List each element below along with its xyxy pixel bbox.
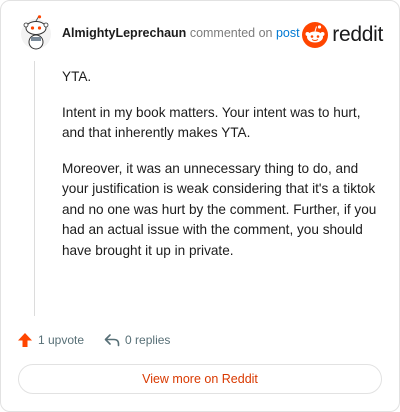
reply-button[interactable]: 0 replies [104,333,170,347]
comment-paragraph: Moreover, it was an unnecessary thing to… [62,160,377,258]
comment-body: YTA. Intent in my book matters. Your int… [62,67,380,276]
author-link[interactable]: AlmightyLeprechaun [62,26,186,40]
replies-count: 0 replies [125,333,171,347]
reddit-logo-icon [302,22,329,48]
avatar[interactable] [19,15,53,51]
reddit-wordmark: reddit [332,23,383,46]
post-link[interactable]: post [276,26,300,40]
comment-card: AlmightyLeprechaun commented on post red… [0,0,400,412]
upvote-button[interactable]: 1 upvote [17,332,84,348]
comment-paragraph: YTA. [62,69,92,84]
byline-action-text: commented on [189,26,273,40]
comment-header: AlmightyLeprechaun commented on post red… [15,15,385,51]
comment-byline: AlmightyLeprechaun commented on post [62,26,300,40]
thread-line [34,61,35,316]
snoo-avatar-icon [21,15,51,50]
upvote-count: 1 upvote [38,333,85,347]
reddit-brand[interactable]: reddit [302,22,383,48]
upvote-arrow-icon [18,333,32,347]
comment-paragraph: Intent in my book matters. Your intent w… [62,104,361,141]
view-more-button[interactable]: View more on Reddit [18,364,382,394]
comment-actions: 1 upvote 0 replies [17,329,190,351]
reply-arrow-icon [104,334,120,347]
